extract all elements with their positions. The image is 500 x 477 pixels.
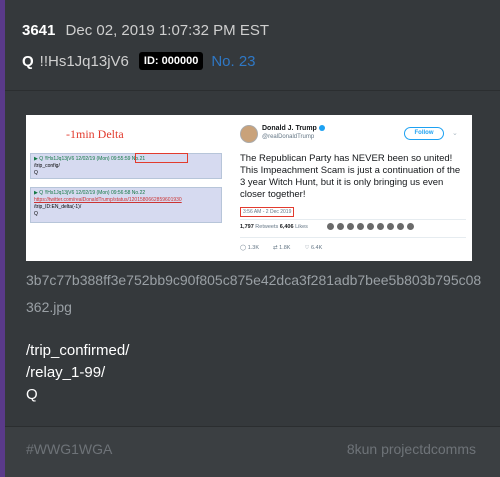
chevron-down-icon: ⌄ (452, 130, 458, 137)
board-post-link: https://twitter.com/realDonaldTrump/stat… (34, 197, 182, 203)
like-action: ♡ 6.4K (304, 245, 322, 251)
post-message: /trip_confirmed/ /relay_1-99/ Q (26, 340, 129, 406)
tweet-handle: @realDonaldTrump (262, 134, 315, 140)
tweet-divider (240, 237, 466, 238)
avatar (366, 222, 375, 231)
tweet-text: The Republican Party has NEVER been so u… (240, 153, 461, 200)
liker-avatars (326, 222, 415, 231)
avatar (396, 222, 405, 231)
reply-icon: ◯ (240, 245, 247, 251)
tweet-screenshot: Donald J. Trump @realDonaldTrump Follow … (234, 115, 472, 261)
verified-icon (318, 125, 325, 132)
highlight-box (135, 153, 188, 163)
avatar (336, 222, 345, 231)
author-name: Q (22, 52, 34, 70)
avatar (240, 125, 258, 143)
post-datetime: Dec 02, 2019 1:07:32 PM EST (65, 22, 269, 39)
retweet-icon: ⇄ (273, 245, 278, 251)
board-screenshot: -1min Delta ▶ Q !!Hs1Jq13jV6 12/02/19 (M… (26, 115, 234, 261)
post-accent-bar (0, 0, 5, 477)
board-post-22: ▶ Q !!Hs1Jq13jV6 12/02/19 (Mon) 09:56:58… (30, 187, 222, 223)
retweets-label: Retweets (255, 224, 279, 230)
tweet-stats: 1,797 Retweets 6,406 Likes (240, 224, 308, 230)
tweet-timestamp: 3:56 AM - 2 Dec 2019 (240, 207, 295, 217)
board-post-line: Q (34, 211, 38, 217)
reply-count: 1.3K (247, 245, 260, 251)
heart-icon: ♡ (304, 245, 310, 251)
hashtag: #WWG1WGA (26, 441, 113, 457)
tweet-author-label: Donald J. Trump (262, 125, 317, 132)
follow-button: Follow (404, 127, 444, 140)
board-post-header: ▶ Q !!Hs1Jq13jV6 12/02/19 (Mon) 09:56:58… (34, 190, 146, 196)
board-post-header: ▶ Q !!Hs1Jq13jV6 12/02/19 (Mon) 09:55:59… (34, 156, 146, 162)
tripcode: !!Hs1Jq13jV6 (39, 52, 129, 70)
image-filename: 3b7c77b388ff3e752bb9c90f805c875e42dca3f2… (26, 272, 482, 315)
reply-action: ◯ 1.3K (240, 245, 259, 251)
avatar (376, 222, 385, 231)
message-line: /relay_1-99/ (26, 364, 106, 381)
message-line: /trip_confirmed/ (26, 342, 130, 359)
q-post: 3641 Dec 02, 2019 1:07:32 PM EST Q !!Hs1… (0, 0, 500, 477)
message-line: Q (26, 386, 38, 403)
post-number: 3641 (22, 22, 56, 39)
board-post-line: Q (34, 170, 38, 176)
post-header: 3641 Dec 02, 2019 1:07:32 PM EST (22, 22, 269, 39)
board-post-21: ▶ Q !!Hs1Jq13jV6 12/02/19 (Mon) 09:55:59… (30, 153, 222, 179)
retweet-action: ⇄ 1.8K (273, 245, 290, 251)
avatar (346, 222, 355, 231)
avatar (326, 222, 335, 231)
retweet-total: 1,797 (240, 224, 254, 230)
board-post-line: /trip_config/ (34, 163, 60, 169)
tweet-actions: ◯ 1.3K ⇄ 1.8K ♡ 6.4K (240, 245, 322, 251)
like-total: 6,406 (279, 224, 294, 230)
source-label: 8kun projectdcomms (346, 441, 476, 457)
post-ref-link[interactable]: No. 23 (211, 53, 255, 70)
avatar (406, 222, 415, 231)
retweet-count: 1.8K (279, 245, 291, 251)
avatar (356, 222, 365, 231)
id-badge: ID: 000000 (138, 52, 204, 70)
tweet-divider (240, 219, 466, 220)
like-count: 6.4K (310, 245, 323, 251)
post-author-line: Q !!Hs1Jq13jV6 ID: 000000 No. 23 (22, 52, 256, 70)
board-post-line: /trip_ID:EN_delta(-1)/ (34, 204, 82, 210)
tweet-author-name: Donald J. Trump (262, 125, 325, 132)
avatar (386, 222, 395, 231)
likes-label: Likes (295, 224, 308, 230)
delta-label: -1min Delta (66, 127, 124, 141)
header-divider (5, 90, 500, 91)
attached-image[interactable]: -1min Delta ▶ Q !!Hs1Jq13jV6 12/02/19 (M… (26, 115, 472, 261)
